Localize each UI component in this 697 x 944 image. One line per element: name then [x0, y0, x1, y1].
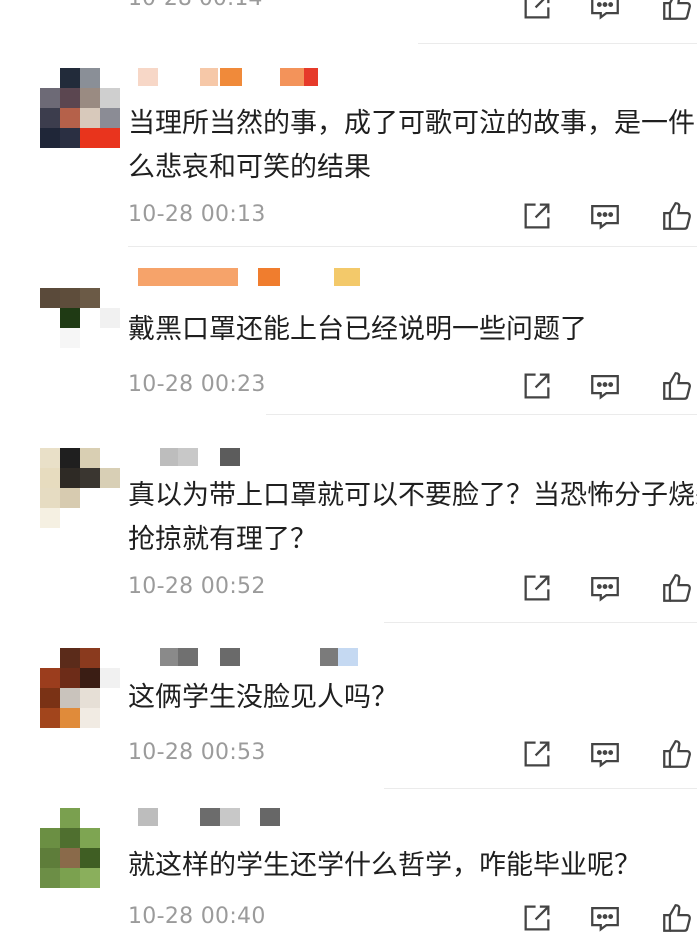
thumbs-up-icon [663, 0, 691, 20]
like-button[interactable] [657, 0, 697, 26]
username[interactable] [138, 808, 378, 826]
action-buttons [517, 366, 697, 406]
share-button[interactable] [517, 568, 557, 608]
share-icon [524, 905, 550, 931]
reply-button[interactable] [585, 898, 625, 938]
avatar[interactable] [40, 648, 120, 728]
comment-text: 就这样的学生还学什么哲学，咋能毕业呢？ [128, 850, 641, 881]
comment-actions-row: 10-28 00:52 [128, 568, 697, 608]
divider [384, 788, 697, 789]
share-icon [524, 373, 550, 399]
action-buttons [517, 734, 697, 774]
divider [418, 43, 697, 44]
avatar[interactable] [40, 808, 120, 888]
share-button[interactable] [517, 734, 557, 774]
comment-icon [591, 906, 619, 932]
comment-text: 当理所当然的事，成了可歌可泣的故事，是一件多么悲哀和可笑的结果 [128, 108, 697, 183]
action-buttons [517, 196, 697, 236]
reply-button[interactable] [585, 568, 625, 608]
share-icon [524, 0, 550, 19]
reply-button[interactable] [585, 366, 625, 406]
share-icon [524, 203, 550, 229]
comment-actions-row: 10-28 00:40 [128, 898, 697, 938]
username[interactable] [138, 648, 378, 666]
comment-time: 10-28 00:53 [128, 740, 266, 765]
comment-time: 10-28 00:40 [128, 904, 266, 929]
comment-icon [591, 204, 619, 230]
share-button[interactable] [517, 898, 557, 938]
comment-icon [591, 576, 619, 602]
thumbs-up-icon [663, 202, 691, 230]
thumbs-up-icon [663, 372, 691, 400]
action-buttons [517, 568, 697, 608]
action-buttons [517, 0, 697, 26]
thumbs-up-icon [663, 740, 691, 768]
comment-icon [591, 0, 619, 20]
share-button[interactable] [517, 196, 557, 236]
username[interactable] [138, 268, 378, 286]
thumbs-up-icon [663, 574, 691, 602]
comment-text: 戴黑口罩还能上台已经说明一些问题了 [128, 314, 587, 345]
divider [384, 622, 697, 623]
comment-icon [591, 374, 619, 400]
like-button[interactable] [657, 196, 697, 236]
like-button[interactable] [657, 366, 697, 406]
comment-feed: 10-28 00:14 [0, 0, 697, 944]
comment-actions-row [128, 0, 697, 26]
thumbs-up-icon [663, 904, 691, 932]
avatar[interactable] [40, 448, 120, 528]
share-icon [524, 741, 550, 767]
share-button[interactable] [517, 366, 557, 406]
divider [128, 246, 697, 247]
comment-actions-row: 10-28 00:23 [128, 366, 697, 406]
avatar[interactable] [40, 68, 120, 148]
divider [266, 414, 697, 415]
comment-text: 真以为带上口罩就可以不要脸了？当恐怖分子烧杀抢掠就有理了？ [128, 480, 697, 555]
share-icon [524, 575, 550, 601]
share-button[interactable] [517, 0, 557, 26]
comment-time: 10-28 00:52 [128, 574, 266, 599]
reply-button[interactable] [585, 196, 625, 236]
like-button[interactable] [657, 734, 697, 774]
reply-button[interactable] [585, 0, 625, 26]
comment-time: 10-28 00:23 [128, 372, 266, 397]
comment-icon [591, 742, 619, 768]
like-button[interactable] [657, 898, 697, 938]
reply-button[interactable] [585, 734, 625, 774]
comment-text: 这俩学生没脸见人吗？ [128, 682, 398, 713]
like-button[interactable] [657, 568, 697, 608]
username[interactable] [138, 68, 378, 86]
avatar[interactable] [40, 288, 120, 368]
username[interactable] [138, 448, 378, 466]
action-buttons [517, 898, 697, 938]
comment-time: 10-28 00:13 [128, 202, 266, 227]
comment-actions-row: 10-28 00:13 [128, 196, 697, 236]
comment-actions-row: 10-28 00:53 [128, 734, 697, 774]
